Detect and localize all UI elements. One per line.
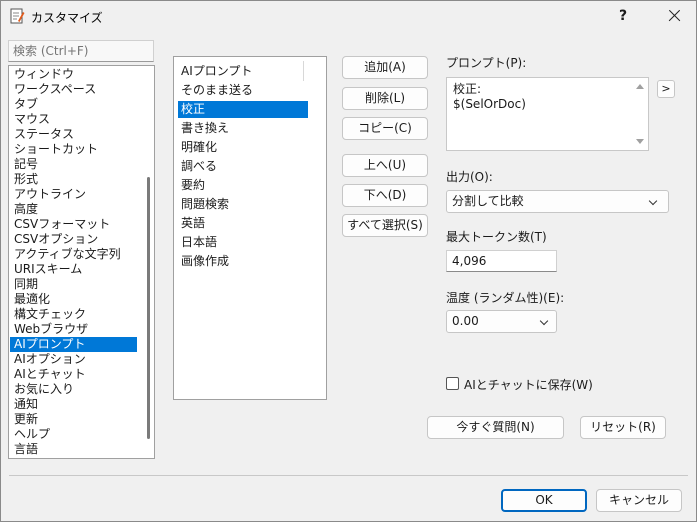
- output-select-value: 分割して比較: [452, 194, 524, 208]
- move-up-button[interactable]: 上へ(U): [342, 154, 428, 177]
- prompt-list-item[interactable]: 日本語: [178, 234, 308, 251]
- prompt-list-item[interactable]: 校正: [178, 101, 308, 118]
- prompt-list-item[interactable]: 問題検索: [178, 196, 308, 213]
- title-bar: カスタマイズ ?: [1, 1, 696, 33]
- category-list-item[interactable]: URIスキーム: [10, 262, 137, 277]
- category-list-item[interactable]: 構文チェック: [10, 307, 137, 322]
- category-list-item[interactable]: アウトライン: [10, 187, 137, 202]
- scrollbar-thumb[interactable]: [147, 177, 150, 439]
- category-list-item[interactable]: マウス: [10, 112, 137, 127]
- prompt-list-item[interactable]: 要約: [178, 177, 308, 194]
- category-list-item[interactable]: 形式: [10, 172, 137, 187]
- category-list-scrollbar[interactable]: [145, 67, 153, 457]
- category-list-item[interactable]: タブ: [10, 97, 137, 112]
- category-list-item[interactable]: ヘルプ: [10, 427, 137, 442]
- scroll-up-icon[interactable]: [636, 84, 644, 89]
- cancel-button[interactable]: キャンセル: [596, 489, 682, 512]
- search-input[interactable]: [8, 40, 154, 62]
- category-list-item[interactable]: 通知: [10, 397, 137, 412]
- prompt-label: プロンプト(P):: [446, 56, 527, 70]
- temperature-select[interactable]: 0.00: [446, 310, 557, 333]
- output-select[interactable]: 分割して比較: [446, 190, 669, 213]
- chevron-down-icon: [539, 316, 549, 326]
- category-list[interactable]: ウィンドウ ワークスペース タブ マウス ステータス ショートカット 記号 形式 アウトライン高…: [8, 65, 155, 459]
- category-list-item[interactable]: 同期: [10, 277, 137, 292]
- category-list-item[interactable]: Webブラウザ: [10, 322, 137, 337]
- footer: [1, 476, 696, 521]
- prompt-list-item[interactable]: 書き換え: [178, 120, 308, 137]
- prompt-list-item[interactable]: 画像作成: [178, 253, 308, 270]
- prompt-list-item[interactable]: そのまま送る: [178, 82, 308, 99]
- scroll-down-icon[interactable]: [636, 139, 644, 144]
- category-list-item[interactable]: お気に入り: [10, 382, 137, 397]
- category-list-item[interactable]: ショートカット: [10, 142, 137, 157]
- save-to-chat-label[interactable]: AIとチャットに保存(W): [464, 376, 593, 393]
- prompt-list-item[interactable]: 調べる: [178, 158, 308, 175]
- max-tokens-label: 最大トークン数(T): [446, 230, 547, 244]
- category-list-item[interactable]: ワークスペース: [10, 82, 137, 97]
- prompt-list[interactable]: AIプロンプト そのまま送る 校正書き換え明確化調べる要約問題検索英語日本語画像作…: [173, 56, 327, 400]
- chevron-down-icon: [648, 196, 658, 206]
- temperature-select-value: 0.00: [452, 314, 479, 328]
- max-tokens-field[interactable]: 4,096: [446, 250, 557, 272]
- category-list-item[interactable]: CSVオプション: [10, 232, 137, 247]
- close-icon[interactable]: [655, 3, 691, 29]
- ok-button[interactable]: OK: [501, 489, 587, 512]
- category-list-item[interactable]: AIプロンプト: [10, 337, 137, 352]
- copy-button[interactable]: コピー(C): [342, 117, 428, 140]
- category-list-item[interactable]: ウィンドウ: [10, 67, 137, 82]
- prompt-textarea[interactable]: 校正: $(SelOrDoc): [446, 77, 649, 151]
- reset-button[interactable]: リセット(R): [580, 416, 666, 439]
- help-button[interactable]: ?: [613, 6, 633, 26]
- customize-dialog: カスタマイズ ? ウィンドウワークスペースタブマウスステータスショートカット記号…: [0, 0, 697, 522]
- category-list-item[interactable]: 言語: [10, 442, 137, 457]
- category-list-item[interactable]: AIオプション: [10, 352, 137, 367]
- add-button[interactable]: 追加(A): [342, 56, 428, 79]
- dialog-title: カスタマイズ: [31, 11, 103, 25]
- category-list-item[interactable]: 最適化: [10, 292, 137, 307]
- prompt-scrollbar[interactable]: [632, 78, 648, 150]
- category-list-item[interactable]: アクティブな文字列: [10, 247, 137, 262]
- category-list-item[interactable]: CSVフォーマット: [10, 217, 137, 232]
- prompt-list-header[interactable]: AIプロンプト: [178, 61, 304, 81]
- category-list-item[interactable]: 更新: [10, 412, 137, 427]
- delete-button[interactable]: 削除(L): [342, 87, 428, 110]
- app-icon: [10, 8, 25, 24]
- prompt-list-item[interactable]: 明確化: [178, 139, 308, 156]
- expand-prompt-button[interactable]: >: [657, 80, 675, 98]
- ask-now-button[interactable]: 今すぐ質問(N): [427, 416, 564, 439]
- category-list-item[interactable]: ステータス: [10, 127, 137, 142]
- category-list-item[interactable]: 記号: [10, 157, 137, 172]
- select-all-button[interactable]: すべて選択(S): [342, 214, 428, 237]
- output-label: 出力(O):: [446, 170, 493, 184]
- category-list-item[interactable]: 高度: [10, 202, 137, 217]
- category-list-item[interactable]: AIとチャット: [10, 367, 137, 382]
- move-down-button[interactable]: 下へ(D): [342, 184, 428, 207]
- prompt-list-item[interactable]: 英語: [178, 215, 308, 232]
- temperature-label: 温度 (ランダム性)(E):: [446, 291, 565, 305]
- save-to-chat-checkbox[interactable]: [446, 377, 459, 390]
- prompt-text[interactable]: 校正: $(SelOrDoc): [453, 82, 526, 112]
